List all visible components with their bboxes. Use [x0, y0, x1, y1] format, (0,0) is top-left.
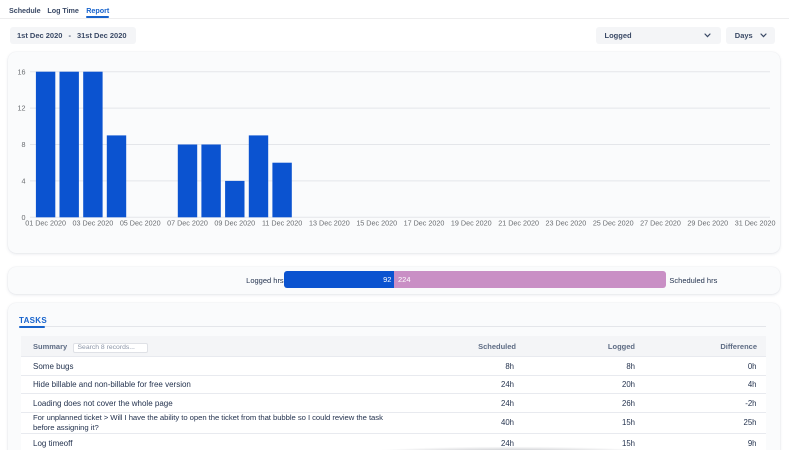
svg-text:25 Dec 2020: 25 Dec 2020	[593, 219, 634, 228]
svg-text:19 Dec 2020: 19 Dec 2020	[451, 219, 492, 228]
svg-text:23 Dec 2020: 23 Dec 2020	[546, 219, 587, 228]
svg-text:12: 12	[18, 104, 26, 113]
svg-text:16: 16	[18, 67, 26, 76]
svg-text:4: 4	[22, 177, 26, 186]
svg-text:31 Dec 2020: 31 Dec 2020	[735, 219, 776, 228]
svg-text:21 Dec 2020: 21 Dec 2020	[498, 219, 539, 228]
svg-text:05 Dec 2020: 05 Dec 2020	[120, 219, 161, 228]
svg-text:15 Dec 2020: 15 Dec 2020	[356, 219, 397, 228]
svg-text:01 Dec 2020: 01 Dec 2020	[25, 219, 66, 228]
svg-text:29 Dec 2020: 29 Dec 2020	[687, 219, 728, 228]
svg-text:8: 8	[22, 140, 26, 149]
svg-text:07 Dec 2020: 07 Dec 2020	[167, 219, 208, 228]
svg-text:13 Dec 2020: 13 Dec 2020	[309, 219, 350, 228]
svg-text:09 Dec 2020: 09 Dec 2020	[214, 219, 255, 228]
svg-text:03 Dec 2020: 03 Dec 2020	[73, 219, 114, 228]
svg-text:11 Dec 2020: 11 Dec 2020	[262, 219, 302, 228]
svg-text:17 Dec 2020: 17 Dec 2020	[404, 219, 445, 228]
svg-text:27 Dec 2020: 27 Dec 2020	[640, 219, 681, 228]
